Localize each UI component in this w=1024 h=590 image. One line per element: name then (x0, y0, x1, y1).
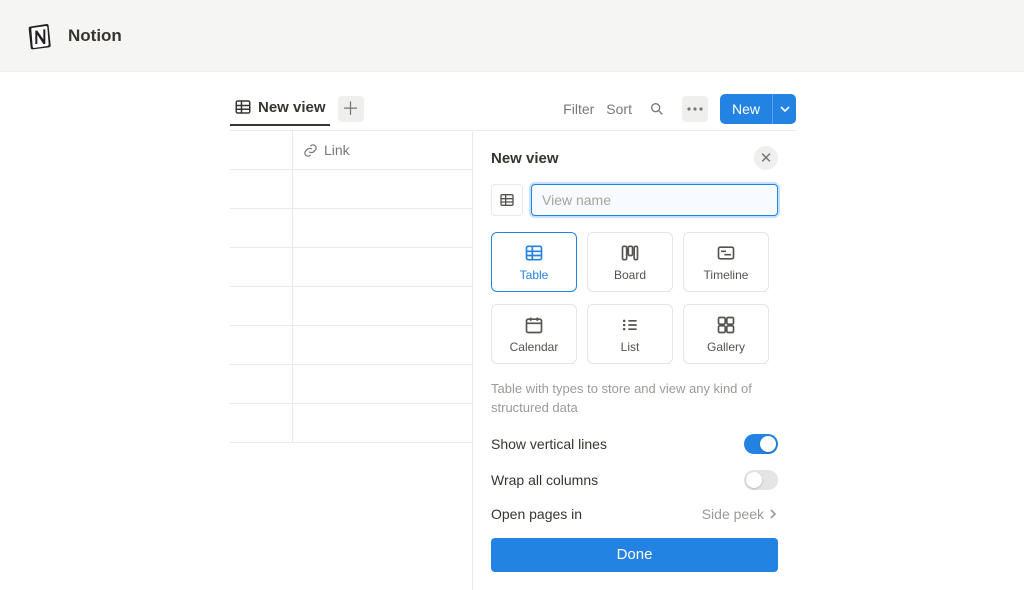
option-vertical-lines: Show vertical lines (491, 434, 796, 454)
toggle-wrap-columns[interactable] (744, 470, 778, 490)
close-icon: ✕ (760, 149, 773, 167)
view-type-description: Table with types to store and view any k… (491, 380, 796, 418)
gallery-icon (716, 315, 736, 335)
view-type-label: Gallery (707, 340, 745, 354)
option-wrap-columns: Wrap all columns (491, 470, 796, 490)
new-button-label: New (720, 94, 772, 124)
view-name-input[interactable] (531, 184, 778, 216)
new-view-panel: New view ✕ Table Board Timeline (472, 132, 796, 590)
timeline-icon (716, 243, 736, 263)
view-type-board[interactable]: Board (587, 232, 673, 292)
view-type-gallery[interactable]: Gallery (683, 304, 769, 364)
table-icon (499, 192, 515, 208)
notion-logo (24, 20, 56, 52)
toggle-vertical-lines[interactable] (744, 434, 778, 454)
column-link-label: Link (324, 142, 350, 158)
board-icon (620, 243, 640, 263)
plus-icon: ＋ (342, 100, 360, 118)
chevron-right-icon (768, 509, 778, 519)
database-toolbar: New view ＋ Filter Sort New (230, 90, 796, 130)
more-button[interactable] (682, 96, 708, 122)
view-type-label: Table (520, 268, 549, 282)
list-icon (620, 315, 640, 335)
workspace: New view ＋ Filter Sort New (0, 72, 1024, 94)
option-label: Wrap all columns (491, 472, 598, 488)
search-button[interactable] (644, 96, 670, 122)
new-button-dropdown[interactable] (772, 94, 796, 124)
table-icon (524, 243, 544, 263)
option-label: Show vertical lines (491, 436, 607, 452)
panel-title: New view (491, 150, 559, 167)
view-type-grid: Table Board Timeline Calendar List Galle… (491, 232, 796, 364)
view-type-label: Board (614, 268, 646, 282)
view-tab-new[interactable]: New view (230, 92, 330, 126)
view-type-table[interactable]: Table (491, 232, 577, 292)
view-tabs: New view ＋ (230, 92, 364, 126)
view-icon-button[interactable] (491, 184, 523, 216)
database-actions: Filter Sort New (563, 94, 796, 124)
view-type-label: Timeline (704, 268, 749, 282)
done-button[interactable]: Done (491, 538, 778, 572)
view-tab-label: New view (258, 99, 326, 116)
chevron-down-icon (780, 104, 790, 114)
link-icon (303, 143, 318, 158)
calendar-icon (524, 315, 544, 335)
filter-button[interactable]: Filter (563, 101, 594, 117)
brand-name: Notion (68, 26, 122, 46)
close-button[interactable]: ✕ (754, 146, 778, 170)
topbar: Notion (0, 0, 1024, 72)
search-icon (649, 101, 665, 117)
new-button[interactable]: New (720, 94, 796, 124)
view-type-timeline[interactable]: Timeline (683, 232, 769, 292)
view-type-calendar[interactable]: Calendar (491, 304, 577, 364)
view-type-label: Calendar (510, 340, 559, 354)
option-open-pages-in[interactable]: Open pages in Side peek (491, 506, 796, 522)
option-value: Side peek (702, 506, 778, 522)
ellipsis-icon (687, 107, 703, 111)
add-view-button[interactable]: ＋ (338, 96, 364, 122)
view-type-list[interactable]: List (587, 304, 673, 364)
view-type-label: List (621, 340, 640, 354)
table-icon (234, 98, 252, 116)
sort-button[interactable]: Sort (606, 101, 632, 117)
option-label: Open pages in (491, 506, 582, 522)
